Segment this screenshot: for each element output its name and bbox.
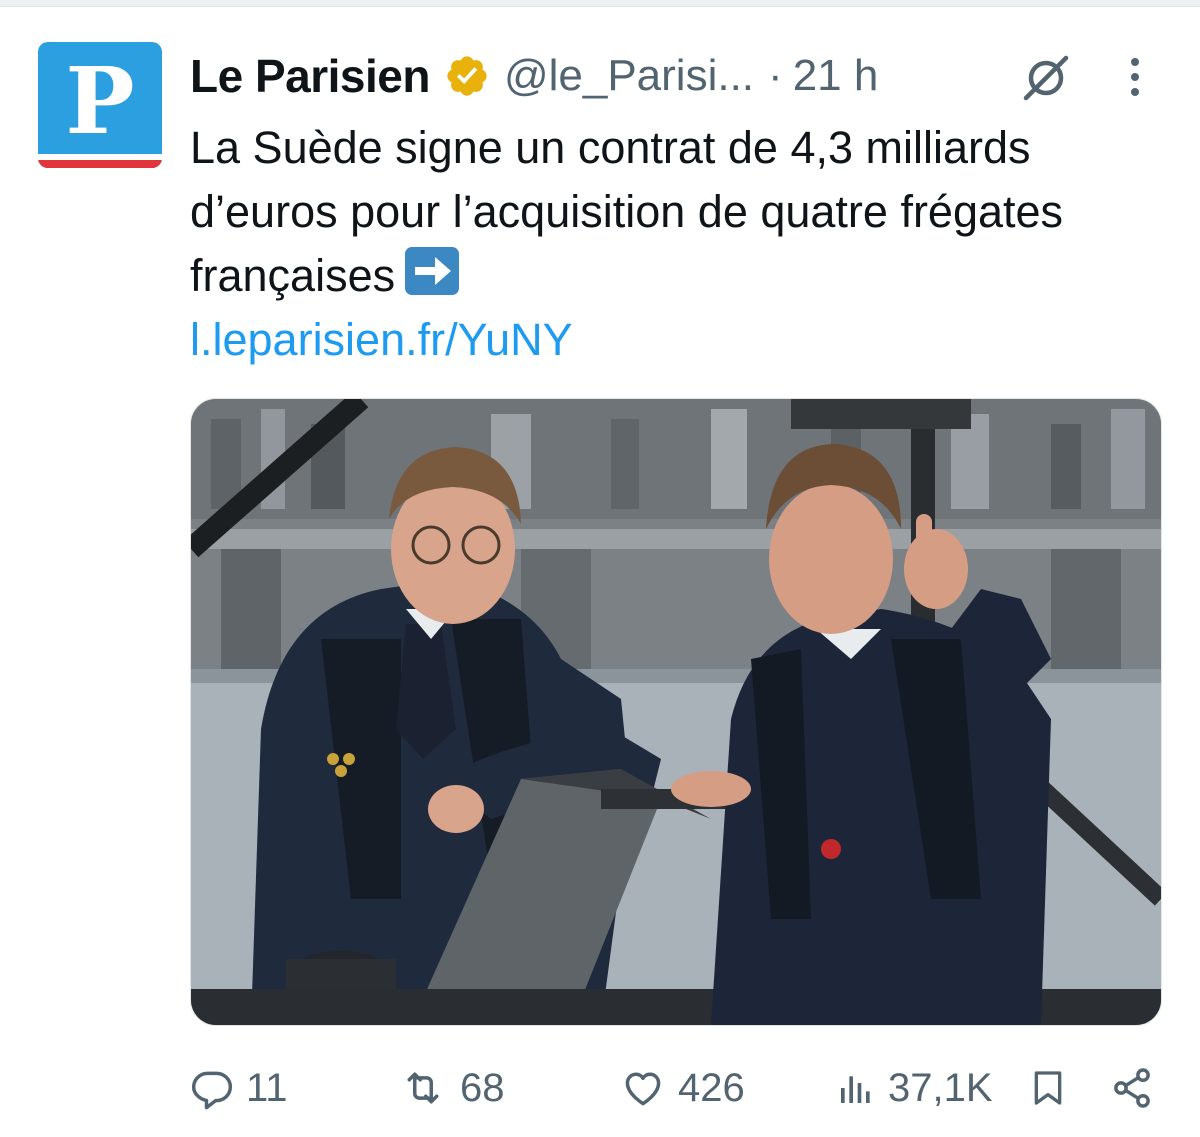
avatar[interactable]: P [38, 42, 162, 168]
avatar-letter: P [65, 47, 135, 155]
tweet-photo[interactable] [190, 398, 1162, 1026]
bookmark-icon [1028, 1065, 1068, 1111]
share-icon [1110, 1065, 1154, 1111]
like-button[interactable]: 426 [620, 1058, 745, 1118]
tweet-text: La Suède signe un contrat de 4,3 milliar… [190, 116, 1150, 308]
reply-button[interactable]: 11 [190, 1058, 288, 1118]
bookmark-button[interactable] [1028, 1058, 1068, 1118]
retweet-count: 68 [460, 1065, 505, 1110]
tweet-body: La Suède signe un contrat de 4,3 milliar… [190, 122, 1064, 301]
grok-icon[interactable] [1018, 52, 1074, 102]
heart-icon [620, 1066, 666, 1110]
reply-icon [190, 1066, 234, 1110]
display-name[interactable]: Le Parisien [190, 49, 430, 103]
reply-count: 11 [246, 1065, 288, 1110]
share-button[interactable] [1110, 1058, 1154, 1118]
retweet-button[interactable]: 68 [398, 1058, 505, 1118]
divider [0, 0, 1200, 7]
tweet-card: P Le Parisien @le_Parisi... · 21 h La Su [0, 0, 1200, 1137]
like-count: 426 [678, 1065, 745, 1110]
separator-dot: · [768, 51, 783, 100]
arrow-right-emoji-icon [403, 245, 461, 297]
more-icon[interactable] [1118, 54, 1152, 100]
action-bar: 11 68 426 37,1K [0, 1058, 1200, 1118]
tweet-link[interactable]: l.leparisien.fr/YuNY [190, 310, 573, 370]
views-icon [836, 1066, 876, 1110]
views-count: 37,1K [888, 1065, 993, 1110]
avatar-red-band [38, 160, 162, 168]
timestamp[interactable]: 21 h [793, 51, 879, 101]
retweet-icon [398, 1066, 448, 1110]
views-button[interactable]: 37,1K [836, 1058, 993, 1118]
verified-badge-icon[interactable] [444, 53, 490, 99]
handle[interactable]: @le_Parisi... [504, 51, 754, 101]
